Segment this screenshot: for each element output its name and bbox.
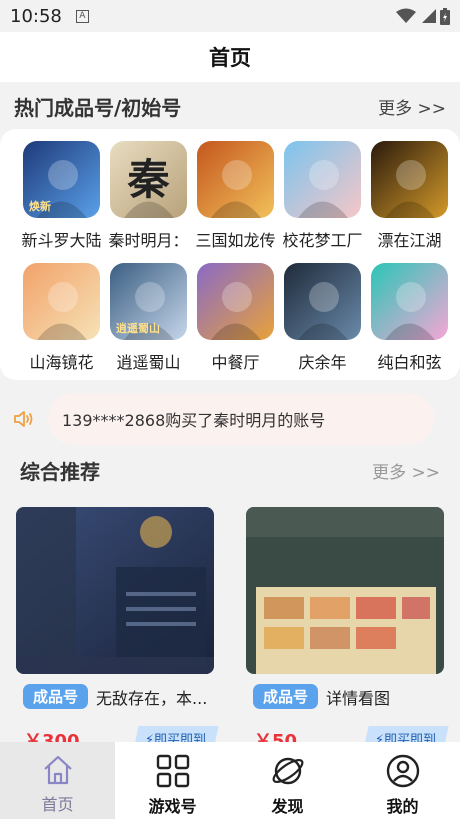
tab-games[interactable]: 游戏号 [115, 742, 230, 819]
notice-text: 139****2868购买了秦时明月的账号 [62, 411, 326, 430]
purchase-notice: 139****2868购买了秦时明月的账号 [0, 393, 460, 445]
game-icon [284, 141, 361, 218]
product-info-row: 成品号 详情看图 [253, 684, 449, 709]
bottom-tab-bar: 首页 游戏号 发现 我的 [0, 742, 460, 819]
game-item[interactable]: 中餐厅 [192, 263, 279, 373]
status-bar: 10:58 A [0, 0, 460, 32]
product-tag: 成品号 [253, 684, 319, 709]
game-item[interactable]: 纯白和弦 [366, 263, 453, 373]
notification-icon: A [75, 9, 89, 23]
game-item[interactable]: 秦秦时明月： [105, 141, 192, 251]
game-name: 庆余年 [298, 353, 347, 372]
game-icon [371, 141, 448, 218]
tab-label: 游戏号 [148, 797, 197, 816]
game-grid: 焕新 新斗罗大陆秦秦时明月： 三国如龙传 校花梦工厂 漂在江湖 山海镜花 逍遥蜀山 逍遥蜀山中… [18, 141, 448, 373]
game-logo-glyph: 秦 [127, 155, 170, 204]
home-icon [43, 755, 72, 785]
tab-profile[interactable]: 我的 [345, 742, 460, 819]
product-image [16, 507, 214, 674]
product-title: 无敌存在，本... [96, 688, 208, 708]
game-badge: 焕新 [29, 200, 51, 213]
product-tag: 成品号 [23, 684, 89, 709]
game-icon [197, 141, 274, 218]
game-name: 逍遥蜀山 [116, 353, 181, 372]
game-icon [284, 263, 361, 340]
game-item[interactable]: 山海镜花 [18, 263, 105, 373]
tab-label: 首页 [41, 795, 74, 814]
notice-pill[interactable]: 139****2868购买了秦时明月的账号 [48, 393, 434, 445]
user-icon [386, 754, 419, 788]
app-header: 首页 [0, 32, 460, 82]
game-item[interactable]: 庆余年 [279, 263, 366, 373]
game-icon [371, 263, 448, 340]
recommend-more-link[interactable]: 更多 >> [372, 458, 440, 483]
tab-label: 发现 [271, 797, 304, 816]
tab-home[interactable]: 首页 [0, 742, 115, 819]
game-item[interactable]: 三国如龙传 [192, 141, 279, 251]
hot-section-header: 热门成品号/初始号 更多 >> [0, 86, 460, 126]
game-icon: 焕新 [23, 141, 100, 218]
game-item[interactable]: 校花梦工厂 [279, 141, 366, 251]
signal-icon [422, 9, 436, 23]
game-name: 山海镜花 [29, 353, 94, 372]
tab-label: 我的 [386, 797, 419, 816]
game-icon: 逍遥蜀山 [110, 263, 187, 340]
product-card[interactable]: 成品号 无敌存在，本... ￥300 ⚡即买即到 [16, 507, 219, 752]
game-item[interactable]: 逍遥蜀山 逍遥蜀山 [105, 263, 192, 373]
game-icon: 秦 [110, 141, 187, 218]
hot-more-link[interactable]: 更多 >> [378, 94, 446, 119]
game-item[interactable]: 焕新新斗罗大陆 [18, 141, 105, 251]
game-name: 秦时明月： [108, 231, 189, 250]
hot-section-title: 热门成品号/初始号 [14, 95, 182, 120]
game-icon [23, 263, 100, 340]
status-icons [396, 7, 450, 25]
planet-icon [272, 757, 303, 785]
recommend-section-header: 综合推荐 更多 >> [0, 450, 460, 490]
page-title: 首页 [209, 46, 251, 70]
game-badge: 逍遥蜀山 [116, 322, 160, 335]
game-icon [197, 263, 274, 340]
hot-games-card: 焕新 新斗罗大陆秦秦时明月： 三国如龙传 校花梦工厂 漂在江湖 山海镜花 逍遥蜀山 逍遥蜀山中… [0, 129, 460, 380]
game-name: 新斗罗大陆 [21, 231, 102, 250]
speaker-icon [14, 411, 33, 427]
game-name: 校花梦工厂 [282, 231, 363, 250]
game-name: 中餐厅 [211, 353, 260, 372]
game-name: 漂在江湖 [377, 231, 442, 250]
product-title: 详情看图 [326, 688, 391, 708]
tab-discover[interactable]: 发现 [230, 742, 345, 819]
recommend-section-title: 综合推荐 [20, 459, 100, 484]
grid-icon [156, 754, 189, 788]
product-info-row: 成品号 无敌存在，本... [23, 684, 219, 709]
product-image [246, 507, 444, 674]
game-name: 纯白和弦 [377, 353, 442, 372]
game-item[interactable]: 漂在江湖 [366, 141, 453, 251]
status-time: 10:58 [10, 5, 62, 27]
wifi-icon [396, 8, 416, 23]
product-card[interactable]: 成品号 详情看图 ￥50 ⚡即买即到 [246, 507, 449, 752]
game-name: 三国如龙传 [195, 231, 276, 250]
battery-icon [440, 7, 450, 25]
